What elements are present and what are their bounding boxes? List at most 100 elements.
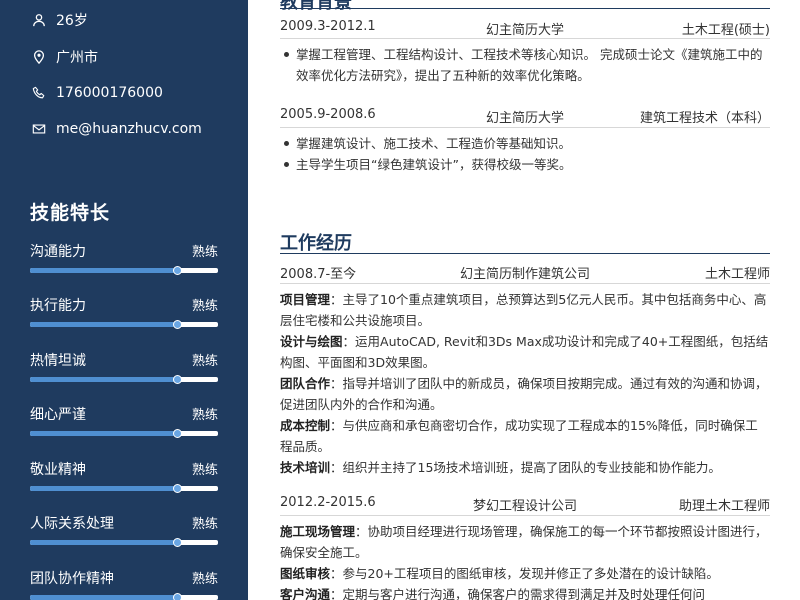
education-entry-details: 掌握工程管理、工程结构设计、工程技术等核心知识。 完成硕士论文《建筑施工中的效率… [280, 44, 770, 86]
work-item-text: ：与供应商和承包商密切合作，成功实现了工程成本的15%降低，同时确保工程品质。 [280, 418, 758, 454]
work-item: 技术培训：组织并主持了15场技术培训班，提高了团队的专业技能和协作能力。 [280, 457, 770, 478]
contact-email: me@huanzhucv.com [30, 120, 202, 138]
entry-divider [280, 38, 770, 39]
work-item: 施工现场管理：协助项目经理进行现场管理，确保施工的每一个环节都按照设计图进行，确… [280, 521, 770, 563]
work-item-label: 团队合作 [280, 376, 331, 391]
skill-item: 沟通能力 熟练 [30, 241, 218, 281]
entry-divider [280, 515, 770, 516]
work-item: 成本控制：与供应商和承包商密切合作，成功实现了工程成本的15%降低，同时确保工程… [280, 415, 770, 457]
skill-bar-fill [30, 268, 177, 273]
contact-phone: 176000176000 [30, 84, 163, 102]
work-item-label: 施工现场管理 [280, 524, 356, 539]
skill-name: 细心严谨 [30, 407, 86, 423]
contact-city: 广州市 [30, 47, 98, 67]
list-item: 掌握工程管理、工程结构设计、工程技术等核心知识。 完成硕士论文《建筑施工中的效率… [280, 44, 770, 86]
skill-bar-fill [30, 595, 177, 600]
work-item-label: 成本控制 [280, 418, 331, 433]
skill-level: 熟练 [191, 354, 218, 369]
skill-name: 敬业精神 [30, 462, 86, 478]
work-item-label: 设计与绘图 [280, 334, 343, 349]
skill-level: 熟练 [191, 299, 218, 314]
skill-bar-knob [172, 375, 182, 384]
mail-icon [30, 120, 48, 138]
skill-level: 熟练 [191, 517, 218, 532]
phone-text: 176000176000 [56, 85, 163, 101]
work-entry-header: 2008.7-至今 幻主简历制作建筑公司 土木工程师 [280, 263, 770, 283]
skill-item: 细心严谨 熟练 [30, 404, 218, 444]
skill-name: 人际关系处理 [30, 516, 114, 532]
skill-bar-fill [30, 377, 177, 382]
section-divider [280, 253, 770, 254]
education-entry-header: 2009.3-2012.1 幻主简历大学 土木工程(硕士) [280, 19, 770, 39]
skill-bar-knob [172, 593, 182, 600]
work-item: 图纸审核：参与20+工程项目的图纸审核，发现并修正了多处潜在的设计缺陷。 [280, 563, 770, 584]
entry-major: 建筑工程技术（本科） [639, 111, 770, 126]
skill-item: 人际关系处理 熟练 [30, 513, 218, 553]
skill-bar [30, 320, 218, 329]
work-item-label: 技术培训 [280, 460, 331, 475]
work-item: 项目管理：主导了10个重点建筑项目，总预算达到5亿元人民币。其中包括商务中心、高… [280, 289, 770, 331]
skill-level: 熟练 [191, 572, 218, 587]
education-title: 教育背景 [280, 0, 352, 13]
skill-bar [30, 429, 218, 438]
entry-major: 土木工程(硕士) [681, 23, 770, 38]
skills-title: 技能特长 [30, 202, 111, 224]
work-item-text: ：定期与客户进行沟通，确保客户的需求得到满足并及时处理任何问 [330, 587, 706, 600]
sidebar: 26岁 广州市 176000176000 me@huanzhucv.com 技能… [0, 0, 248, 600]
skill-bar-knob [172, 538, 182, 547]
skill-level: 熟练 [191, 463, 218, 478]
contact-age: 26岁 [30, 10, 88, 30]
skill-bar-fill [30, 486, 177, 491]
skill-bar [30, 375, 218, 384]
skill-bar-fill [30, 322, 177, 327]
skill-bar-fill [30, 540, 177, 545]
age-text: 26岁 [56, 13, 88, 29]
work-entry-details: 项目管理：主导了10个重点建筑项目，总预算达到5亿元人民币。其中包括商务中心、高… [280, 289, 770, 478]
work-entry-details: 施工现场管理：协助项目经理进行现场管理，确保施工的每一个环节都按照设计图进行，确… [280, 521, 770, 600]
work-item-text: ：组织并主持了15场技术培训班，提高了团队的专业技能和协作能力。 [330, 460, 721, 475]
list-item: 掌握建筑设计、施工技术、工程造价等基础知识。 [280, 133, 770, 154]
skill-name: 执行能力 [30, 298, 86, 314]
entry-role: 土木工程师 [704, 267, 770, 282]
skill-level: 熟练 [191, 245, 218, 260]
skill-name: 团队协作精神 [30, 571, 114, 587]
email-text: me@huanzhucv.com [56, 121, 202, 137]
work-item-text: ：主导了10个重点建筑项目，总预算达到5亿元人民币。其中包括商务中心、高层住宅楼… [280, 292, 767, 328]
section-divider [280, 8, 770, 9]
skill-bar-fill [30, 431, 177, 436]
skill-bar-knob [172, 320, 182, 329]
skill-bar-knob [172, 484, 182, 493]
entry-divider [280, 283, 770, 284]
entry-role: 助理土木工程师 [678, 499, 770, 514]
skill-bar [30, 593, 218, 600]
skill-item: 敬业精神 熟练 [30, 459, 218, 499]
work-item-label: 项目管理 [280, 292, 331, 307]
work-item: 设计与绘图：运用AutoCAD, Revit和3Ds Max成功设计和完成了40… [280, 331, 770, 373]
work-item: 团队合作：指导并培训了团队中的新成员，确保项目按期完成。通过有效的沟通和协调，促… [280, 373, 770, 415]
phone-icon [30, 84, 48, 102]
work-item: 客户沟通：定期与客户进行沟通，确保客户的需求得到满足并及时处理任何问 [280, 584, 770, 600]
education-entry-details: 掌握建筑设计、施工技术、工程造价等基础知识。 主导学生项目“绿色建筑设计”，获得… [280, 133, 770, 175]
entry-company: 幻主简历制作建筑公司 [459, 267, 590, 282]
work-item-label: 图纸审核 [280, 566, 331, 581]
skill-bar [30, 484, 218, 493]
location-pin-icon [30, 48, 48, 66]
skill-level: 熟练 [191, 408, 218, 423]
person-icon [30, 11, 48, 29]
skill-name: 沟通能力 [30, 244, 86, 260]
skill-bar [30, 266, 218, 275]
skill-item: 热情坦诚 熟练 [30, 350, 218, 390]
work-item-text: ：运用AutoCAD, Revit和3Ds Max成功设计和完成了40+工程图纸… [280, 334, 769, 370]
work-item-text: ：参与20+工程项目的图纸审核，发现并修正了多处潜在的设计缺陷。 [330, 566, 719, 581]
work-item-label: 客户沟通 [280, 587, 331, 600]
skill-bar [30, 538, 218, 547]
city-text: 广州市 [56, 50, 98, 66]
list-item: 主导学生项目“绿色建筑设计”，获得校级一等奖。 [280, 154, 770, 175]
skill-name: 热情坦诚 [30, 353, 86, 369]
skill-item: 团队协作精神 熟练 [30, 568, 218, 600]
skill-bar-knob [172, 429, 182, 438]
main-content: 教育背景 2009.3-2012.1 幻主简历大学 土木工程(硕士) 掌握工程管… [280, 0, 770, 600]
entry-divider [280, 127, 770, 128]
skill-item: 执行能力 熟练 [30, 295, 218, 335]
education-entry-header: 2005.9-2008.6 幻主简历大学 建筑工程技术（本科） [280, 107, 770, 127]
